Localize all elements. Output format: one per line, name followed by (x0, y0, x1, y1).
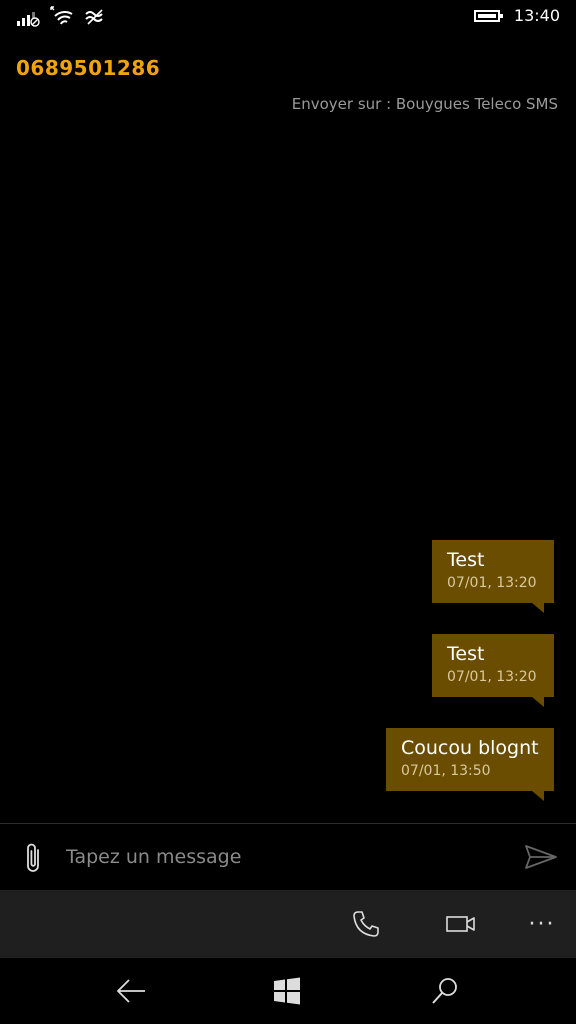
message-bubble[interactable]: Test 07/01, 13:20 (432, 634, 554, 707)
paperclip-icon[interactable] (22, 842, 46, 874)
battery-icon (473, 9, 503, 22)
back-button[interactable] (113, 973, 149, 1009)
video-camera-icon (446, 916, 475, 932)
status-bar: 13:40 (0, 0, 576, 34)
message-input[interactable] (66, 842, 486, 872)
call-button[interactable] (348, 906, 384, 942)
message-timestamp: 07/01, 13:20 (447, 669, 537, 685)
send-icon[interactable] (524, 844, 558, 870)
video-call-button[interactable] (443, 906, 479, 942)
message-timestamp: 07/01, 13:50 (401, 763, 491, 779)
app-bar: ··· (0, 890, 576, 958)
send-via-selector[interactable]: Envoyer sur : Bouygues Teleco SMS (292, 95, 558, 113)
back-arrow-icon (116, 979, 145, 1003)
start-button[interactable] (269, 973, 305, 1009)
message-text: Test (447, 643, 485, 665)
data-sense-icon (85, 9, 103, 25)
message-text: Test (447, 549, 485, 571)
message-timestamp: 07/01, 13:20 (447, 575, 537, 591)
status-icons-right: 13:40 (473, 6, 560, 25)
message-bubble[interactable]: Coucou blognt 07/01, 13:50 (386, 728, 554, 801)
status-time: 13:40 (513, 6, 560, 25)
navigation-bar (0, 958, 576, 1024)
more-options-button[interactable]: ··· (524, 906, 560, 942)
search-icon (432, 978, 457, 1004)
message-text: Coucou blognt (401, 737, 539, 759)
wifi-icon (50, 6, 73, 25)
signal-icon (17, 12, 40, 27)
phone-icon (353, 911, 379, 937)
contact-name[interactable]: 0689501286 (16, 56, 160, 80)
message-bubble[interactable]: Test 07/01, 13:20 (432, 540, 554, 613)
status-icons-left (16, 6, 106, 28)
windows-logo-icon (274, 977, 300, 1005)
compose-bar (0, 824, 576, 890)
search-button[interactable] (427, 973, 463, 1009)
